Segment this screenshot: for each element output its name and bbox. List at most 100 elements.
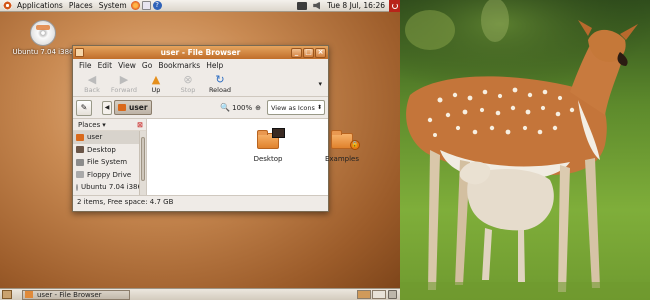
sidebar-item-desktop[interactable]: Desktop xyxy=(73,144,139,157)
places-label: Places xyxy=(78,120,101,129)
sidebar-item-user[interactable]: user xyxy=(73,131,139,144)
window-titlebar[interactable]: user - File Browser _ □ × xyxy=(73,46,328,59)
folder-icon xyxy=(257,128,285,149)
up-button[interactable]: ▲ Up xyxy=(140,73,172,94)
taskbar-window-label: user - File Browser xyxy=(37,290,102,299)
forward-button[interactable]: ▶ Forward xyxy=(108,72,140,94)
menu-applications[interactable]: Applications xyxy=(14,1,66,10)
home-icon xyxy=(76,133,84,141)
workspace-1[interactable] xyxy=(357,290,371,299)
forward-arrow-icon: ▶ xyxy=(119,72,129,86)
folder-icon: 🔒 xyxy=(331,130,360,150)
workspace-2[interactable] xyxy=(372,290,386,299)
panel-clock[interactable]: Tue 8 Jul, 16:26 xyxy=(323,1,389,10)
firefox-launcher-icon[interactable] xyxy=(130,1,140,10)
back-label: Back xyxy=(84,85,100,94)
volume-icon[interactable] xyxy=(313,1,321,10)
close-sidebar-icon[interactable]: ⊠ xyxy=(137,121,143,129)
view-mode-value: View as Icons xyxy=(271,103,315,112)
reload-label: Reload xyxy=(208,85,232,94)
sidebar-item-label: Ubuntu 7.04 i386 xyxy=(81,183,139,192)
power-icon xyxy=(391,2,398,9)
zoom-out-icon[interactable]: 🔍 xyxy=(220,103,230,112)
cd-label: Ubuntu 7.04 i386 xyxy=(12,48,74,56)
deer-photo-drawing xyxy=(400,0,650,300)
desktop-cd-icon[interactable]: Ubuntu 7.04 i386 xyxy=(12,20,74,56)
help-launcher-icon[interactable]: ? xyxy=(152,1,162,10)
network-monitor-icon[interactable] xyxy=(297,1,308,10)
toggle-location-entry-button[interactable]: ✎ xyxy=(76,99,92,116)
fawn-photo xyxy=(400,0,650,300)
edit-pencil-icon: ✎ xyxy=(80,103,88,112)
chevron-down-icon: ▾ xyxy=(102,120,106,129)
zoom-level[interactable]: 100% xyxy=(232,104,252,112)
path-button-user[interactable]: user xyxy=(114,100,152,115)
location-bar: ✎ ◀ user 🔍 100% ⊕ View as Icons ⬍ xyxy=(73,97,328,119)
zoom-in-icon[interactable]: ⊕ xyxy=(255,104,261,112)
path-button-label: user xyxy=(129,103,148,112)
minimize-button[interactable]: _ xyxy=(291,47,302,58)
sidebar-item-floppy[interactable]: Floppy Drive xyxy=(73,169,139,182)
file-item-examples[interactable]: 🔒 Examples xyxy=(317,130,367,163)
menu-bookmarks[interactable]: Bookmarks xyxy=(155,61,203,70)
harddisk-icon xyxy=(76,158,84,166)
sidebar-item-label: user xyxy=(87,133,103,142)
show-desktop-icon[interactable] xyxy=(2,290,12,299)
menu-help[interactable]: Help xyxy=(203,61,226,70)
logout-button[interactable] xyxy=(389,0,400,12)
back-arrow-icon: ◀ xyxy=(87,72,97,86)
sidebar-scrollbar[interactable] xyxy=(139,131,146,195)
back-button[interactable]: ◀ Back xyxy=(76,72,108,94)
menu-places[interactable]: Places xyxy=(66,1,96,10)
sidebar-item-label: Desktop xyxy=(87,145,116,154)
stop-label: Stop xyxy=(180,85,196,94)
floppy-icon xyxy=(76,171,84,179)
file-browser-window: user - File Browser _ □ × File Edit View… xyxy=(72,45,360,212)
stop-button[interactable]: ⊗ Stop xyxy=(172,72,204,94)
reload-icon: ↻ xyxy=(215,72,225,86)
toolbar: ◀ Back ▶ Forward ▲ Up ⊗ Stop ↻ Reload ▾ xyxy=(73,71,328,97)
file-item-label: Desktop xyxy=(253,155,283,163)
taskbar-window-button[interactable]: user - File Browser xyxy=(22,289,130,300)
up-label: Up xyxy=(151,85,161,94)
ubuntu-desktop: Applications Places System ? Tue 8 Jul, … xyxy=(0,0,400,300)
file-item-label: Examples xyxy=(324,155,359,163)
places-sidebar: Places ▾ ⊠ user Desktop File System Flop… xyxy=(73,119,147,195)
status-bar: 2 items, Free space: 4.7 GB xyxy=(73,195,328,207)
menu-file[interactable]: File xyxy=(76,61,95,70)
home-folder-icon xyxy=(118,104,126,111)
path-scroll-left-button[interactable]: ◀ xyxy=(102,100,112,115)
file-view[interactable]: Desktop 🔒 Examples xyxy=(147,119,360,195)
workspace-switcher xyxy=(357,290,386,299)
window-title: user - File Browser xyxy=(160,48,241,57)
file-item-desktop[interactable]: Desktop xyxy=(243,128,293,163)
menu-system[interactable]: System xyxy=(96,1,130,10)
window-menu-icon[interactable] xyxy=(75,48,84,57)
mail-launcher-icon[interactable] xyxy=(141,1,151,10)
sidebar-item-label: Floppy Drive xyxy=(87,170,132,179)
status-text: 2 items, Free space: 4.7 GB xyxy=(77,197,174,206)
file-browser-task-icon xyxy=(25,291,33,298)
close-button[interactable]: × xyxy=(315,47,326,58)
menubar: File Edit View Go Bookmarks Help xyxy=(73,59,328,71)
toolbar-overflow-icon[interactable]: ▾ xyxy=(318,80,322,88)
sidebar-item-cdrom[interactable]: Ubuntu 7.04 i386 xyxy=(73,181,139,194)
bottom-panel: user - File Browser xyxy=(0,288,400,300)
forward-label: Forward xyxy=(110,85,138,94)
trash-icon[interactable] xyxy=(388,290,397,299)
sidebar-header[interactable]: Places ▾ ⊠ xyxy=(73,119,146,131)
menu-view[interactable]: View xyxy=(115,61,139,70)
scrollbar-thumb[interactable] xyxy=(141,137,145,181)
chevron-left-icon: ◀ xyxy=(104,104,110,111)
dropdown-arrow-icon: ⬍ xyxy=(316,104,322,111)
cdrom-icon xyxy=(30,20,56,46)
reload-button[interactable]: ↻ Reload xyxy=(204,72,236,94)
sidebar-item-file-system[interactable]: File System xyxy=(73,156,139,169)
stop-icon: ⊗ xyxy=(183,72,193,86)
sidebar-item-label: File System xyxy=(87,158,128,167)
maximize-button[interactable]: □ xyxy=(303,47,314,58)
desktop-icon xyxy=(76,146,84,154)
view-mode-select[interactable]: View as Icons ⬍ xyxy=(267,100,325,115)
menu-edit[interactable]: Edit xyxy=(95,61,116,70)
menu-go[interactable]: Go xyxy=(139,61,155,70)
